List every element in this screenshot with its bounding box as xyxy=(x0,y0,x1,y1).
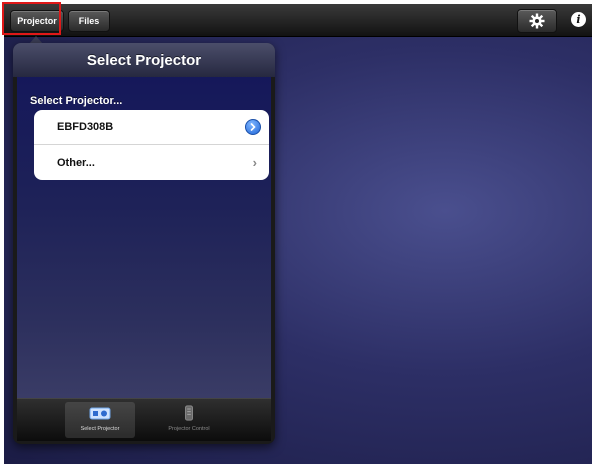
list-item-ebfd308b[interactable]: EBFD308B xyxy=(34,110,269,145)
app-screen: Projector Files i Select Projector Selec… xyxy=(4,4,592,464)
tab-label: Projector Control xyxy=(168,426,210,432)
projector-button-label: Projector xyxy=(17,16,57,26)
list-item-other[interactable]: Other... › xyxy=(34,145,269,180)
tab-label: Select Projector xyxy=(80,426,120,432)
detail-disclosure-icon[interactable] xyxy=(245,119,261,135)
gear-icon xyxy=(529,13,545,29)
tab-projector-control[interactable]: Projector Control xyxy=(151,402,227,438)
files-button[interactable]: Files xyxy=(68,10,110,32)
files-button-label: Files xyxy=(78,16,100,26)
list-item-label: EBFD308B xyxy=(57,121,114,133)
chevron-right-icon: › xyxy=(252,155,257,170)
projector-list: EBFD308B Other... › xyxy=(34,110,269,180)
info-icon-glyph: i xyxy=(576,13,581,26)
section-label: Select Projector... xyxy=(30,95,123,107)
settings-button[interactable] xyxy=(517,9,557,33)
chevron-right-icon xyxy=(250,123,256,131)
select-projector-popover: Select Projector Select Projector... EBF… xyxy=(13,43,275,444)
top-toolbar: Projector Files i xyxy=(4,4,592,37)
projector-icon xyxy=(89,407,111,420)
popover-title: Select Projector xyxy=(13,43,275,77)
info-icon[interactable]: i xyxy=(571,12,586,27)
tab-select-projector[interactable]: Select Projector xyxy=(65,402,135,438)
tab-bar: Select Projector Projector Control xyxy=(17,398,271,441)
projector-button[interactable]: Projector xyxy=(10,10,64,32)
remote-control-icon xyxy=(185,405,193,421)
list-item-label: Other... xyxy=(57,156,95,169)
